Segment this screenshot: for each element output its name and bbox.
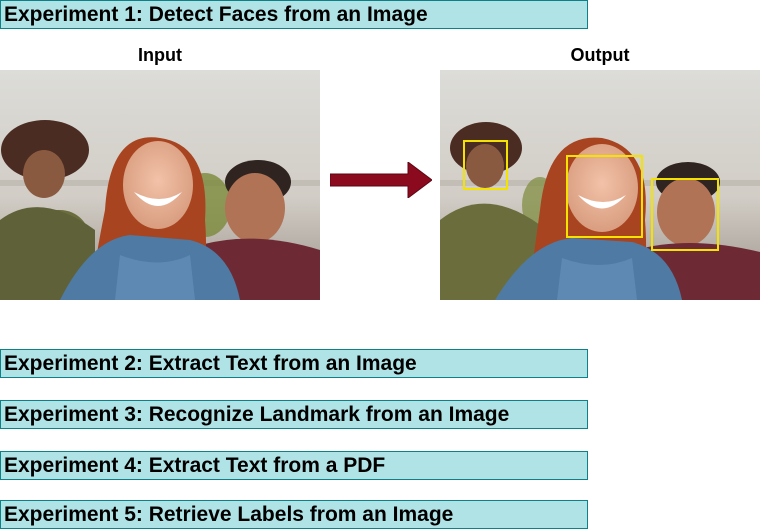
experiment-1-banner: Experiment 1: Detect Faces from an Image — [0, 0, 588, 29]
experiment-2-title: Experiment 2: Extract Text from an Image — [4, 352, 417, 375]
experiment-4-title: Experiment 4: Extract Text from a PDF — [4, 454, 386, 477]
experiment-1-title: Experiment 1: Detect Faces from an Image — [4, 3, 428, 26]
arrow-right-icon — [330, 162, 432, 198]
output-label: Output — [570, 45, 630, 65]
experiment-2-banner: Experiment 2: Extract Text from an Image — [0, 349, 588, 378]
experiment-5-banner: Experiment 5: Retrieve Labels from an Im… — [0, 500, 588, 529]
output-photo — [440, 70, 760, 300]
experiment-5-title: Experiment 5: Retrieve Labels from an Im… — [4, 503, 454, 526]
experiment-4-banner: Experiment 4: Extract Text from a PDF — [0, 451, 588, 480]
experiment-3-banner: Experiment 3: Recognize Landmark from an… — [0, 400, 588, 429]
input-label: Input — [138, 45, 182, 65]
experiment-3-title: Experiment 3: Recognize Landmark from an… — [4, 403, 510, 426]
input-photo — [0, 70, 320, 300]
